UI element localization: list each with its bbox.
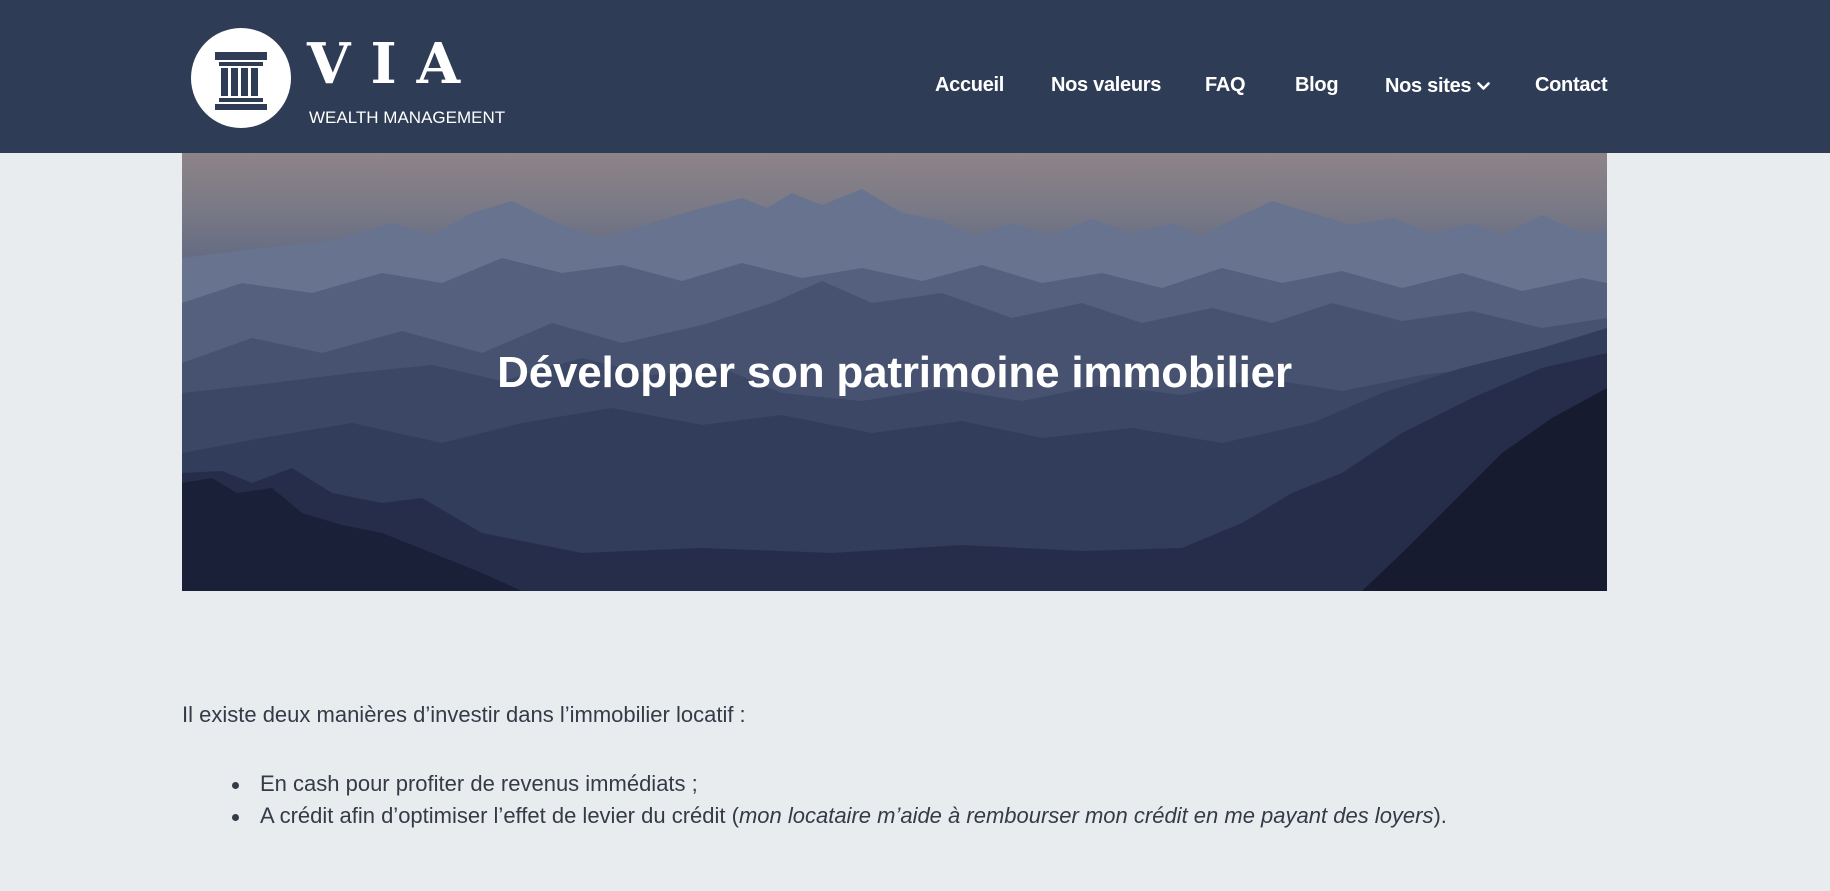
nav-item-faq[interactable]: FAQ [1205, 70, 1246, 100]
list-item: En cash pour profiter de revenus immédia… [232, 768, 1447, 800]
list-item: A crédit afin d’optimiser l’effet de lev… [232, 800, 1447, 832]
chevron-down-icon [1477, 70, 1491, 100]
list-item-italic: mon locataire m’aide à rembourser mon cr… [738, 803, 1434, 828]
nav-item-nos-sites[interactable]: Nos sites [1385, 70, 1491, 101]
nav-item-nos-sites-label: Nos sites [1385, 75, 1472, 97]
intro-paragraph: Il existe deux manières d’investir dans … [182, 702, 746, 727]
nav-item-contact[interactable]: Contact [1535, 70, 1608, 100]
main-nav: Accueil Nos valeurs FAQ Blog Nos sites C… [0, 70, 1830, 100]
list-item-text: En cash pour profiter de revenus immédia… [260, 771, 698, 796]
nav-item-nos-valeurs[interactable]: Nos valeurs [1051, 70, 1161, 100]
page-title: Développer son patrimoine immobilier [497, 348, 1292, 397]
bullet-icon [232, 782, 239, 789]
logo-subtitle: WEALTH MANAGEMENT [309, 108, 506, 127]
site-header: VIA WEALTH MANAGEMENT Accueil Nos valeur… [0, 0, 1830, 153]
list-item-prefix: A crédit afin d’optimiser l’effet de lev… [260, 803, 739, 828]
article-content: Il existe deux manières d’investir dans … [182, 700, 1607, 828]
investment-list: En cash pour profiter de revenus immédia… [232, 768, 1447, 832]
list-item-suffix: ). [1433, 803, 1447, 828]
nav-item-blog[interactable]: Blog [1295, 70, 1339, 100]
bullet-icon [232, 814, 239, 821]
hero-banner: Développer son patrimoine immobilier [182, 153, 1607, 591]
nav-item-accueil[interactable]: Accueil [935, 70, 1004, 100]
